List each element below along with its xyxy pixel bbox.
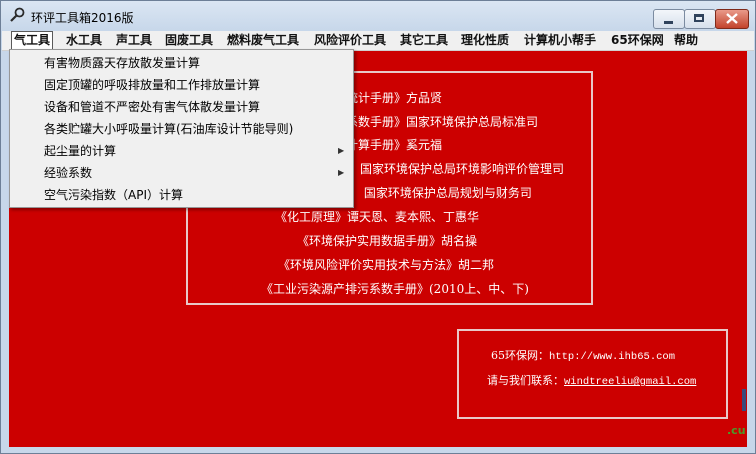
- menu-item-label: 有害物质露天存放散发量计算: [44, 56, 201, 70]
- menu-item-label: 设备和管道不严密处有害气体散发量计算: [44, 100, 261, 114]
- reference-line: 《化工原理》谭天恩、麦本熙、丁惠华: [275, 210, 480, 224]
- menu-risk-assessment-tools[interactable]: 风险评价工具: [314, 32, 386, 49]
- close-button[interactable]: [715, 9, 749, 29]
- submenu-arrow-icon: ▶: [338, 168, 345, 177]
- menu-bar: 气工具 水工具 声工具 固废工具 燃料废气工具 风险评价工具 其它工具 理化性质…: [2, 31, 754, 51]
- close-icon: [726, 13, 738, 24]
- minimize-icon: [664, 21, 673, 24]
- menu-item-label: 经验系数: [44, 166, 93, 180]
- menu-air-tools[interactable]: 气工具: [11, 31, 54, 50]
- menu-item-label: 起尘量的计算: [44, 144, 117, 158]
- menu-item-equipment-leak-emission[interactable]: 设备和管道不严密处有害气体散发量计算: [10, 96, 353, 118]
- watermark-text: .cu: [727, 424, 746, 437]
- reference-line: 统计手册》方品贤: [346, 91, 443, 105]
- window-title: 环评工具箱2016版: [31, 11, 134, 25]
- website-line: 65环保网：http://www.ihb65.com: [491, 347, 675, 363]
- contact-panel: 65环保网：http://www.ihb65.com 请与我们联系：windtr…: [457, 329, 728, 419]
- wrench-icon: [10, 7, 25, 22]
- menu-item-tank-breathing-loss[interactable]: 各类贮罐大小呼吸量计算(石油库设计节能导则): [10, 118, 353, 140]
- menu-fuel-exhaust-tools[interactable]: 燃料废气工具: [227, 32, 299, 49]
- email-link[interactable]: windtreeliu@gmail.com: [564, 376, 696, 388]
- menu-water-tools[interactable]: 水工具: [66, 32, 102, 49]
- email-label: 请与我们联系：: [487, 374, 564, 387]
- reference-line: 》国家环境保护总局环境影响评价管理司: [348, 162, 565, 176]
- menu-item-label: 各类贮罐大小呼吸量计算(石油库设计节能导则): [44, 122, 294, 136]
- email-line: 请与我们联系：windtreeliu@gmail.com: [487, 372, 696, 388]
- menu-solid-waste-tools[interactable]: 固废工具: [165, 32, 213, 49]
- menu-computer-helper[interactable]: 计算机小帮手: [524, 32, 596, 49]
- reference-line: 《环境风险评价实用技术与方法》胡二邦: [278, 258, 495, 272]
- reference-line: 《工业污染源产排污系数手册》(2010上、中、下): [261, 282, 529, 296]
- scrollbar-thumb[interactable]: [742, 389, 746, 411]
- air-tools-dropdown-menu: 有害物质露天存放散发量计算 固定顶罐的呼吸排放量和工作排放量计算 设备和管道不严…: [9, 49, 354, 208]
- minimize-button[interactable]: [653, 9, 685, 29]
- menu-item-label: 空气污染指数（API）计算: [44, 188, 183, 202]
- menu-item-api-calculation[interactable]: 空气污染指数（API）计算: [10, 184, 353, 206]
- website-label: 65环保网：: [491, 349, 549, 362]
- menu-item-empirical-coefficients[interactable]: 经验系数 ▶: [10, 162, 353, 184]
- reference-line: 《环境保护实用数据手册》胡名操: [297, 234, 478, 248]
- menu-item-fixed-roof-tank-emission[interactable]: 固定顶罐的呼吸排放量和工作排放量计算: [10, 74, 353, 96]
- menu-65-website[interactable]: 65环保网: [611, 32, 664, 49]
- maximize-button[interactable]: [684, 9, 716, 29]
- submenu-arrow-icon: ▶: [338, 146, 345, 155]
- website-link[interactable]: http://www.ihb65.com: [549, 351, 675, 363]
- menu-physicochemical-properties[interactable]: 理化性质: [461, 32, 509, 49]
- menu-help[interactable]: 帮助: [674, 32, 698, 49]
- menu-item-label: 固定顶罐的呼吸排放量和工作排放量计算: [44, 78, 261, 92]
- reference-line: 计算手册》奚元福: [346, 138, 443, 152]
- menu-noise-tools[interactable]: 声工具: [116, 32, 152, 49]
- maximize-icon: [694, 14, 704, 22]
- menu-other-tools[interactable]: 其它工具: [400, 32, 448, 49]
- reference-line: 系数手册》国家环境保护总局标准司: [346, 115, 539, 129]
- menu-item-open-storage-emission[interactable]: 有害物质露天存放散发量计算: [10, 52, 353, 74]
- reference-line: 》 国家环境保护总局规划与财务司: [348, 186, 532, 200]
- menu-item-dust-calculation[interactable]: 起尘量的计算 ▶: [10, 140, 353, 162]
- title-bar[interactable]: 环评工具箱2016版: [1, 1, 755, 31]
